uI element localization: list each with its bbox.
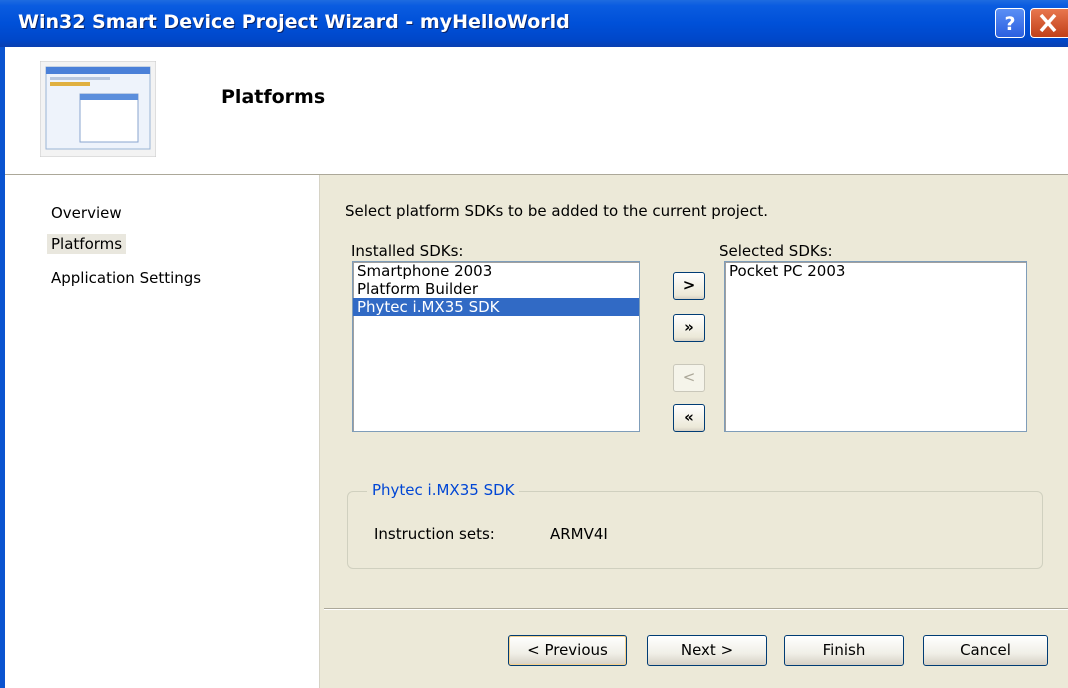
close-icon: [1039, 13, 1057, 33]
title-bar: Win32 Smart Device Project Wizard - myHe…: [0, 0, 1068, 47]
close-button[interactable]: [1030, 8, 1068, 38]
sdk-details-title: Phytec i.MX35 SDK: [367, 481, 520, 499]
selected-sdks-list[interactable]: Pocket PC 2003: [724, 261, 1027, 432]
add-sdk-button[interactable]: >: [673, 272, 705, 300]
list-item-selected[interactable]: Phytec i.MX35 SDK: [353, 298, 639, 316]
remove-all-sdks-button[interactable]: «: [673, 404, 705, 432]
selected-sdks-label: Selected SDKs:: [719, 242, 833, 260]
nav-item-platforms[interactable]: Platforms: [47, 234, 127, 254]
help-icon: ?: [1004, 13, 1015, 35]
previous-button[interactable]: < Previous: [508, 635, 627, 666]
window-title: Win32 Smart Device Project Wizard - myHe…: [18, 11, 570, 33]
svg-text:?: ?: [1004, 13, 1015, 35]
wizard-window-illustration: [40, 61, 156, 157]
next-button[interactable]: Next >: [647, 635, 767, 666]
list-item[interactable]: Platform Builder: [353, 280, 639, 298]
nav-item-overview[interactable]: Overview: [47, 203, 126, 223]
instruction-sets-label: Instruction sets:: [374, 525, 495, 543]
instruction-text: Select platform SDKs to be added to the …: [345, 202, 769, 220]
instruction-sets-value: ARMV4I: [550, 525, 608, 543]
list-item[interactable]: Smartphone 2003: [353, 262, 639, 280]
page-title: Platforms: [221, 86, 326, 108]
wizard-nav: Overview Platforms Application Settings: [5, 175, 320, 688]
wizard-content: Select platform SDKs to be added to the …: [321, 175, 1068, 688]
wizard-header: Platforms: [5, 47, 1068, 175]
footer-divider: [324, 608, 1068, 610]
installed-sdks-list[interactable]: Smartphone 2003 Platform Builder Phytec …: [352, 261, 640, 432]
cancel-button[interactable]: Cancel: [923, 635, 1048, 666]
help-button[interactable]: ?: [995, 8, 1025, 38]
finish-button[interactable]: Finish: [784, 635, 904, 666]
nav-item-application-settings[interactable]: Application Settings: [47, 268, 205, 288]
remove-sdk-button[interactable]: <: [673, 364, 705, 392]
installed-sdks-label: Installed SDKs:: [351, 242, 464, 260]
list-item[interactable]: Pocket PC 2003: [725, 262, 1026, 280]
add-all-sdks-button[interactable]: »: [673, 314, 705, 342]
